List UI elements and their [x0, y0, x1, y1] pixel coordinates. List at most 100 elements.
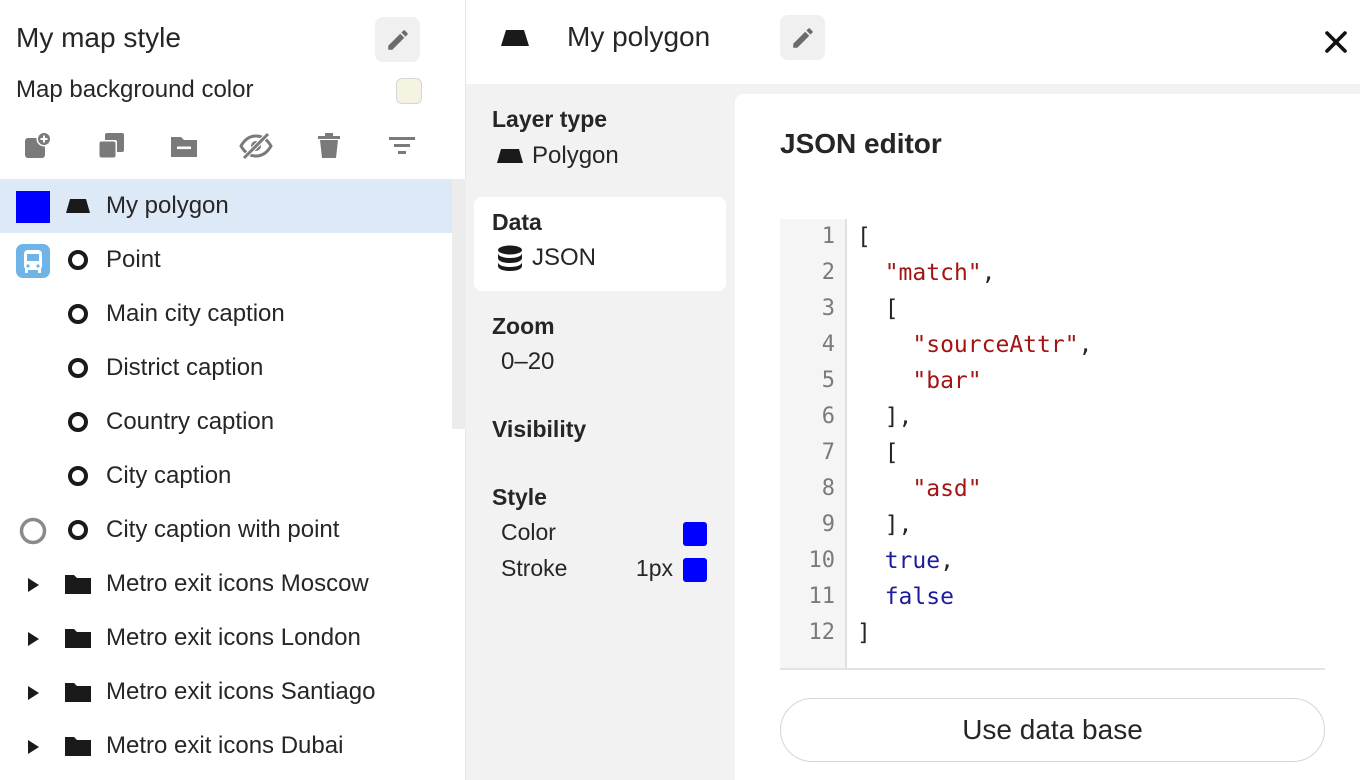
background-color-swatch[interactable] [396, 78, 422, 104]
code-line[interactable]: [ [857, 291, 1092, 327]
stroke-color-swatch[interactable] [683, 558, 707, 582]
folder-icon [64, 680, 92, 704]
layer-row-district-caption[interactable]: District caption [0, 341, 452, 395]
zoom-range-value[interactable]: 0–20 [501, 348, 554, 376]
hide-icon[interactable] [238, 128, 274, 164]
layer-list: My polygon Point Main city caption Distr… [0, 179, 452, 773]
close-icon [1325, 31, 1347, 53]
close-button[interactable] [1318, 24, 1354, 60]
line-number: 10 [808, 548, 836, 573]
line-number: 2 [821, 260, 835, 285]
data-source-value[interactable]: JSON [496, 244, 596, 272]
point-icon [64, 464, 92, 488]
layer-row-city-caption-with-point[interactable]: City caption with point [0, 503, 452, 557]
json-editor-card: JSON editor 1 2 3 4 5 6 7 8 9 10 11 12 [ "match", [… [735, 94, 1360, 780]
code-line[interactable]: [ [857, 435, 1092, 471]
polygon-icon [497, 149, 523, 163]
layer-row-point[interactable]: Point [0, 233, 452, 287]
layer-type-label: Polygon [532, 142, 619, 169]
line-number: 9 [821, 512, 835, 537]
folder-remove-icon[interactable] [166, 128, 202, 164]
code-line[interactable]: ], [857, 507, 1092, 543]
layer-color-square[interactable] [16, 190, 50, 224]
pencil-icon [792, 27, 813, 48]
layer-row-city-caption[interactable]: City caption [0, 449, 452, 503]
stroke-width-value[interactable]: 1px [636, 555, 673, 582]
use-database-button[interactable]: Use data base [780, 698, 1325, 762]
layer-list-scrollbar[interactable] [452, 179, 466, 429]
layer-label: Metro exit icons Moscow [106, 570, 369, 597]
layer-group-metro-moscow[interactable]: Metro exit icons Moscow [0, 557, 452, 611]
layer-label: Metro exit icons Santiago [106, 678, 376, 705]
database-icon [498, 245, 522, 271]
filter-icon[interactable] [384, 128, 420, 164]
layer-label: District caption [106, 354, 264, 381]
layer-title: My polygon [567, 21, 711, 52]
layer-label: Metro exit icons Dubai [106, 732, 344, 759]
line-number: 7 [821, 440, 835, 465]
data-title: Data [492, 209, 542, 235]
code-line[interactable]: "asd" [857, 471, 1092, 507]
layer-row-country-caption[interactable]: Country caption [0, 395, 452, 449]
code-line[interactable]: [ [857, 219, 1092, 255]
color-label: Color [501, 519, 556, 545]
code-line[interactable]: true, [857, 543, 1092, 579]
json-code-editor[interactable]: 1 2 3 4 5 6 7 8 9 10 11 12 [ "match", [ "sourceAttr… [780, 219, 1325, 670]
stroke-label: Stroke [501, 555, 568, 581]
layer-properties: Layer type Polygon Data JSON Zoom 0–20 V… [466, 84, 734, 780]
style-color-row[interactable]: Color [501, 519, 707, 549]
bus-icon [16, 244, 50, 278]
layer-label: Country caption [106, 408, 275, 435]
polygon-icon [64, 194, 92, 218]
code-line[interactable]: ], [857, 399, 1092, 435]
layer-label: Main city caption [106, 300, 285, 327]
expand-arrow-icon[interactable] [16, 568, 50, 602]
zoom-title: Zoom [492, 313, 555, 339]
duplicate-icon[interactable] [93, 128, 129, 164]
edit-style-name-button[interactable] [375, 17, 420, 62]
code-lines[interactable]: [ "match", [ "sourceAttr", "bar" ], [ "a… [857, 219, 1092, 651]
layer-toolbar [20, 128, 420, 164]
data-source-label: JSON [532, 244, 597, 271]
style-title: Style [492, 484, 547, 510]
layer-header: My polygon [466, 0, 1360, 84]
layer-label: City caption with point [106, 516, 340, 543]
code-line[interactable]: "match", [857, 255, 1092, 291]
point-icon [64, 410, 92, 434]
layer-row-my-polygon[interactable]: My polygon [0, 179, 452, 233]
expand-arrow-icon[interactable] [16, 676, 50, 710]
point-icon [64, 248, 92, 272]
expand-arrow-icon[interactable] [16, 622, 50, 656]
layer-label: Point [106, 246, 161, 273]
line-number: 5 [821, 368, 835, 393]
code-line[interactable]: "bar" [857, 363, 1092, 399]
code-line[interactable]: false [857, 579, 1092, 615]
layers-sidebar: My map style Map background color My pol… [0, 0, 466, 780]
layer-type-value[interactable]: Polygon [496, 142, 619, 170]
point-icon [64, 302, 92, 326]
line-number: 11 [808, 584, 836, 609]
pencil-icon [387, 29, 408, 50]
layer-label: My polygon [106, 192, 229, 219]
layer-row-main-city-caption[interactable]: Main city caption [0, 287, 452, 341]
trash-icon[interactable] [311, 128, 347, 164]
edit-layer-name-button[interactable] [780, 15, 825, 60]
expand-arrow-icon[interactable] [16, 730, 50, 764]
layer-label: Metro exit icons London [106, 624, 361, 651]
line-number: 4 [821, 332, 835, 357]
code-line[interactable]: ] [857, 615, 1092, 651]
layer-group-metro-london[interactable]: Metro exit icons London [0, 611, 452, 665]
line-number: 1 [821, 224, 835, 249]
point-icon [64, 518, 92, 542]
line-number: 8 [821, 476, 835, 501]
code-line[interactable]: "sourceAttr", [857, 327, 1092, 363]
visibility-title[interactable]: Visibility [492, 416, 586, 443]
layer-group-metro-dubai[interactable]: Metro exit icons Dubai [0, 719, 452, 773]
style-stroke-row[interactable]: Stroke 1px [501, 555, 707, 585]
add-layer-icon[interactable] [20, 128, 56, 164]
layer-group-metro-santiago[interactable]: Metro exit icons Santiago [0, 665, 452, 719]
layer-type-title: Layer type [492, 106, 608, 132]
style-title: My map style [16, 22, 181, 53]
color-swatch[interactable] [683, 522, 707, 546]
line-number: 6 [821, 404, 835, 429]
